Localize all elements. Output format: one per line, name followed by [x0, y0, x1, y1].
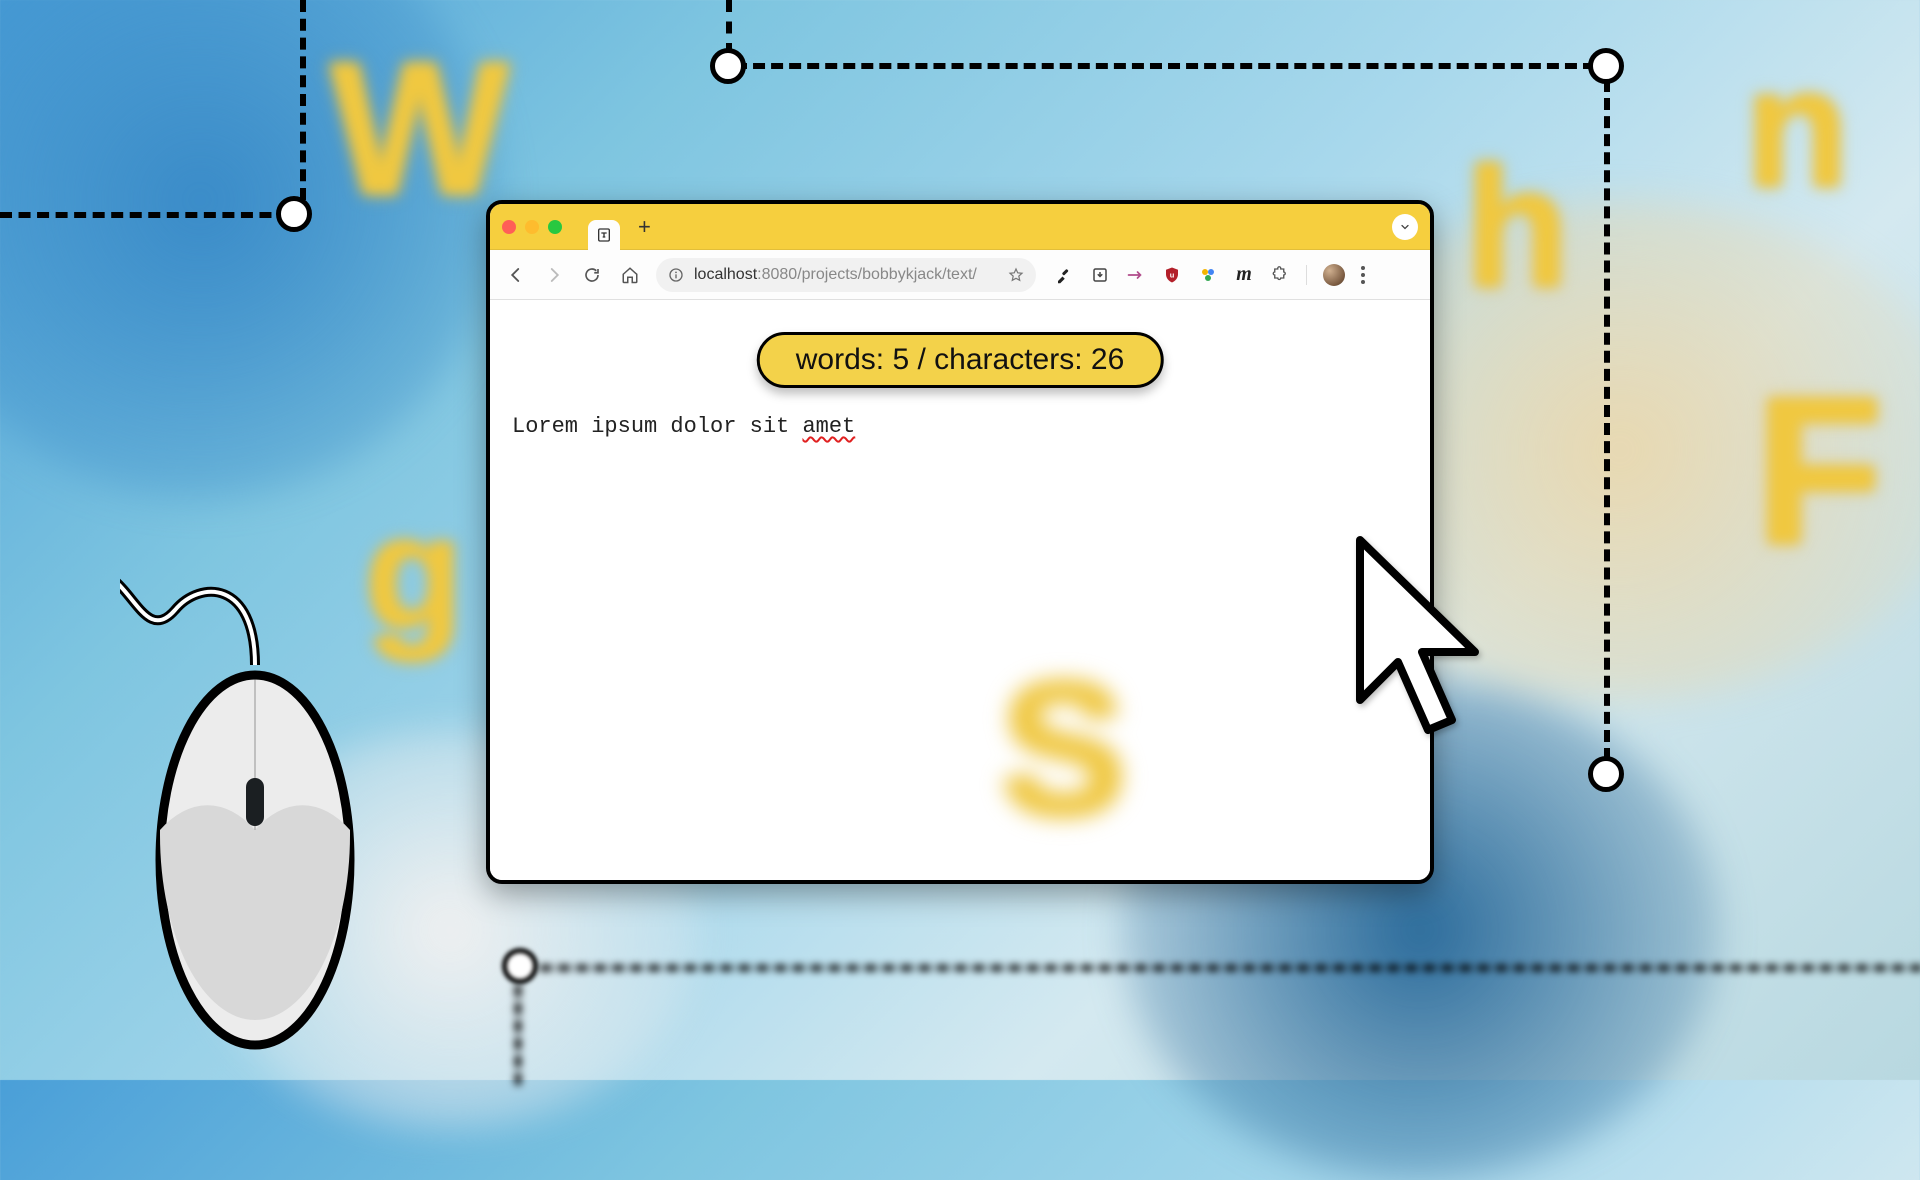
word-count-badge: words: 5 / characters: 26: [757, 332, 1164, 388]
minimize-window-button[interactable]: [525, 220, 539, 234]
back-button[interactable]: [504, 263, 528, 287]
deco-dashed-line: [726, 0, 732, 55]
cursor-arrow-illustration: [1350, 530, 1500, 765]
text-misspelled: amet: [802, 414, 855, 439]
extension-arrow[interactable]: [1126, 265, 1146, 285]
deco-dashed-line: [735, 63, 1595, 69]
chars-value: 26: [1091, 343, 1124, 376]
deco-handle: [1588, 48, 1624, 84]
bg-letter-h: h: [1465, 130, 1569, 326]
letter-m-icon: m: [1236, 263, 1252, 286]
extension-save-page[interactable]: [1090, 265, 1110, 285]
puzzle-color-icon: [1199, 266, 1217, 284]
deco-dashed-line: [300, 0, 306, 200]
deco-dashed-line: [540, 965, 1920, 971]
bg-letter-n: n: [1745, 30, 1849, 226]
chars-label: characters:: [934, 343, 1082, 376]
url-text: localhost:8080/projects/bobbykjack/text/: [694, 266, 998, 284]
eyedropper-icon: [1055, 266, 1073, 284]
extension-eyedropper[interactable]: [1054, 265, 1074, 285]
close-window-button[interactable]: [502, 220, 516, 234]
dot-icon: [1361, 280, 1365, 284]
deco-handle: [276, 196, 312, 232]
bg-letter-W: W: [330, 20, 509, 238]
dot-icon: [1361, 266, 1365, 270]
words-label: words:: [796, 343, 884, 376]
collapse-tabs-button[interactable]: [1392, 214, 1418, 240]
page-content: words: 5 / characters: 26 Lorem ipsum do…: [490, 300, 1430, 880]
svg-text:u: u: [1170, 270, 1175, 279]
shield-icon: u: [1163, 266, 1181, 284]
mouse-illustration: [120, 380, 380, 1100]
browser-window: + localhost:8080/projects/bobbykjack/tex…: [486, 200, 1434, 884]
arrow-right-icon: [545, 266, 563, 284]
editor-text[interactable]: Lorem ipsum dolor sit amet: [512, 414, 855, 439]
bookmark-button[interactable]: [1008, 267, 1024, 283]
stats-separator: /: [917, 343, 925, 376]
extension-m[interactable]: m: [1234, 265, 1254, 285]
browser-tab[interactable]: [588, 220, 620, 250]
forward-button[interactable]: [542, 263, 566, 287]
titlebar: +: [490, 204, 1430, 250]
deco-dashed-line: [1604, 80, 1610, 760]
home-button[interactable]: [618, 263, 642, 287]
extension-puzzle-color[interactable]: [1198, 265, 1218, 285]
home-icon: [621, 266, 639, 284]
address-bar[interactable]: localhost:8080/projects/bobbykjack/text/: [656, 258, 1036, 292]
words-value: 5: [892, 343, 909, 376]
extension-ublock[interactable]: u: [1162, 265, 1182, 285]
extensions-area: u m: [1054, 264, 1365, 286]
deco-dashed-line: [515, 985, 521, 1085]
dot-icon: [1361, 273, 1365, 277]
url-path: :8080/projects/bobbykjack/text/: [757, 266, 977, 283]
new-tab-button[interactable]: +: [638, 216, 651, 238]
maximize-window-button[interactable]: [548, 220, 562, 234]
chevron-down-icon: [1399, 221, 1411, 233]
browser-menu-button[interactable]: [1361, 266, 1365, 284]
reload-icon: [583, 266, 601, 284]
url-host: localhost: [694, 266, 757, 283]
bg-letter-F: F: [1755, 350, 1883, 592]
window-controls: [502, 220, 562, 234]
bg-letter-S: S: [1000, 640, 1127, 858]
save-page-icon: [1091, 266, 1109, 284]
star-icon: [1008, 267, 1024, 283]
site-info-icon[interactable]: [668, 267, 684, 283]
deco-handle: [502, 948, 538, 984]
arrow-left-icon: [507, 266, 525, 284]
text-content: Lorem ipsum dolor sit: [512, 414, 802, 439]
puzzle-icon: [1271, 266, 1289, 284]
deco-handle: [710, 48, 746, 84]
toolbar-divider: [1306, 265, 1307, 285]
reload-button[interactable]: [580, 263, 604, 287]
browser-toolbar: localhost:8080/projects/bobbykjack/text/…: [490, 250, 1430, 300]
info-icon: [668, 267, 684, 283]
deco-dashed-line: [0, 212, 290, 218]
right-arrow-icon: [1127, 269, 1145, 281]
deco-handle: [1588, 756, 1624, 792]
profile-avatar[interactable]: [1323, 264, 1345, 286]
extensions-menu-button[interactable]: [1270, 265, 1290, 285]
text-file-icon: [596, 227, 612, 243]
